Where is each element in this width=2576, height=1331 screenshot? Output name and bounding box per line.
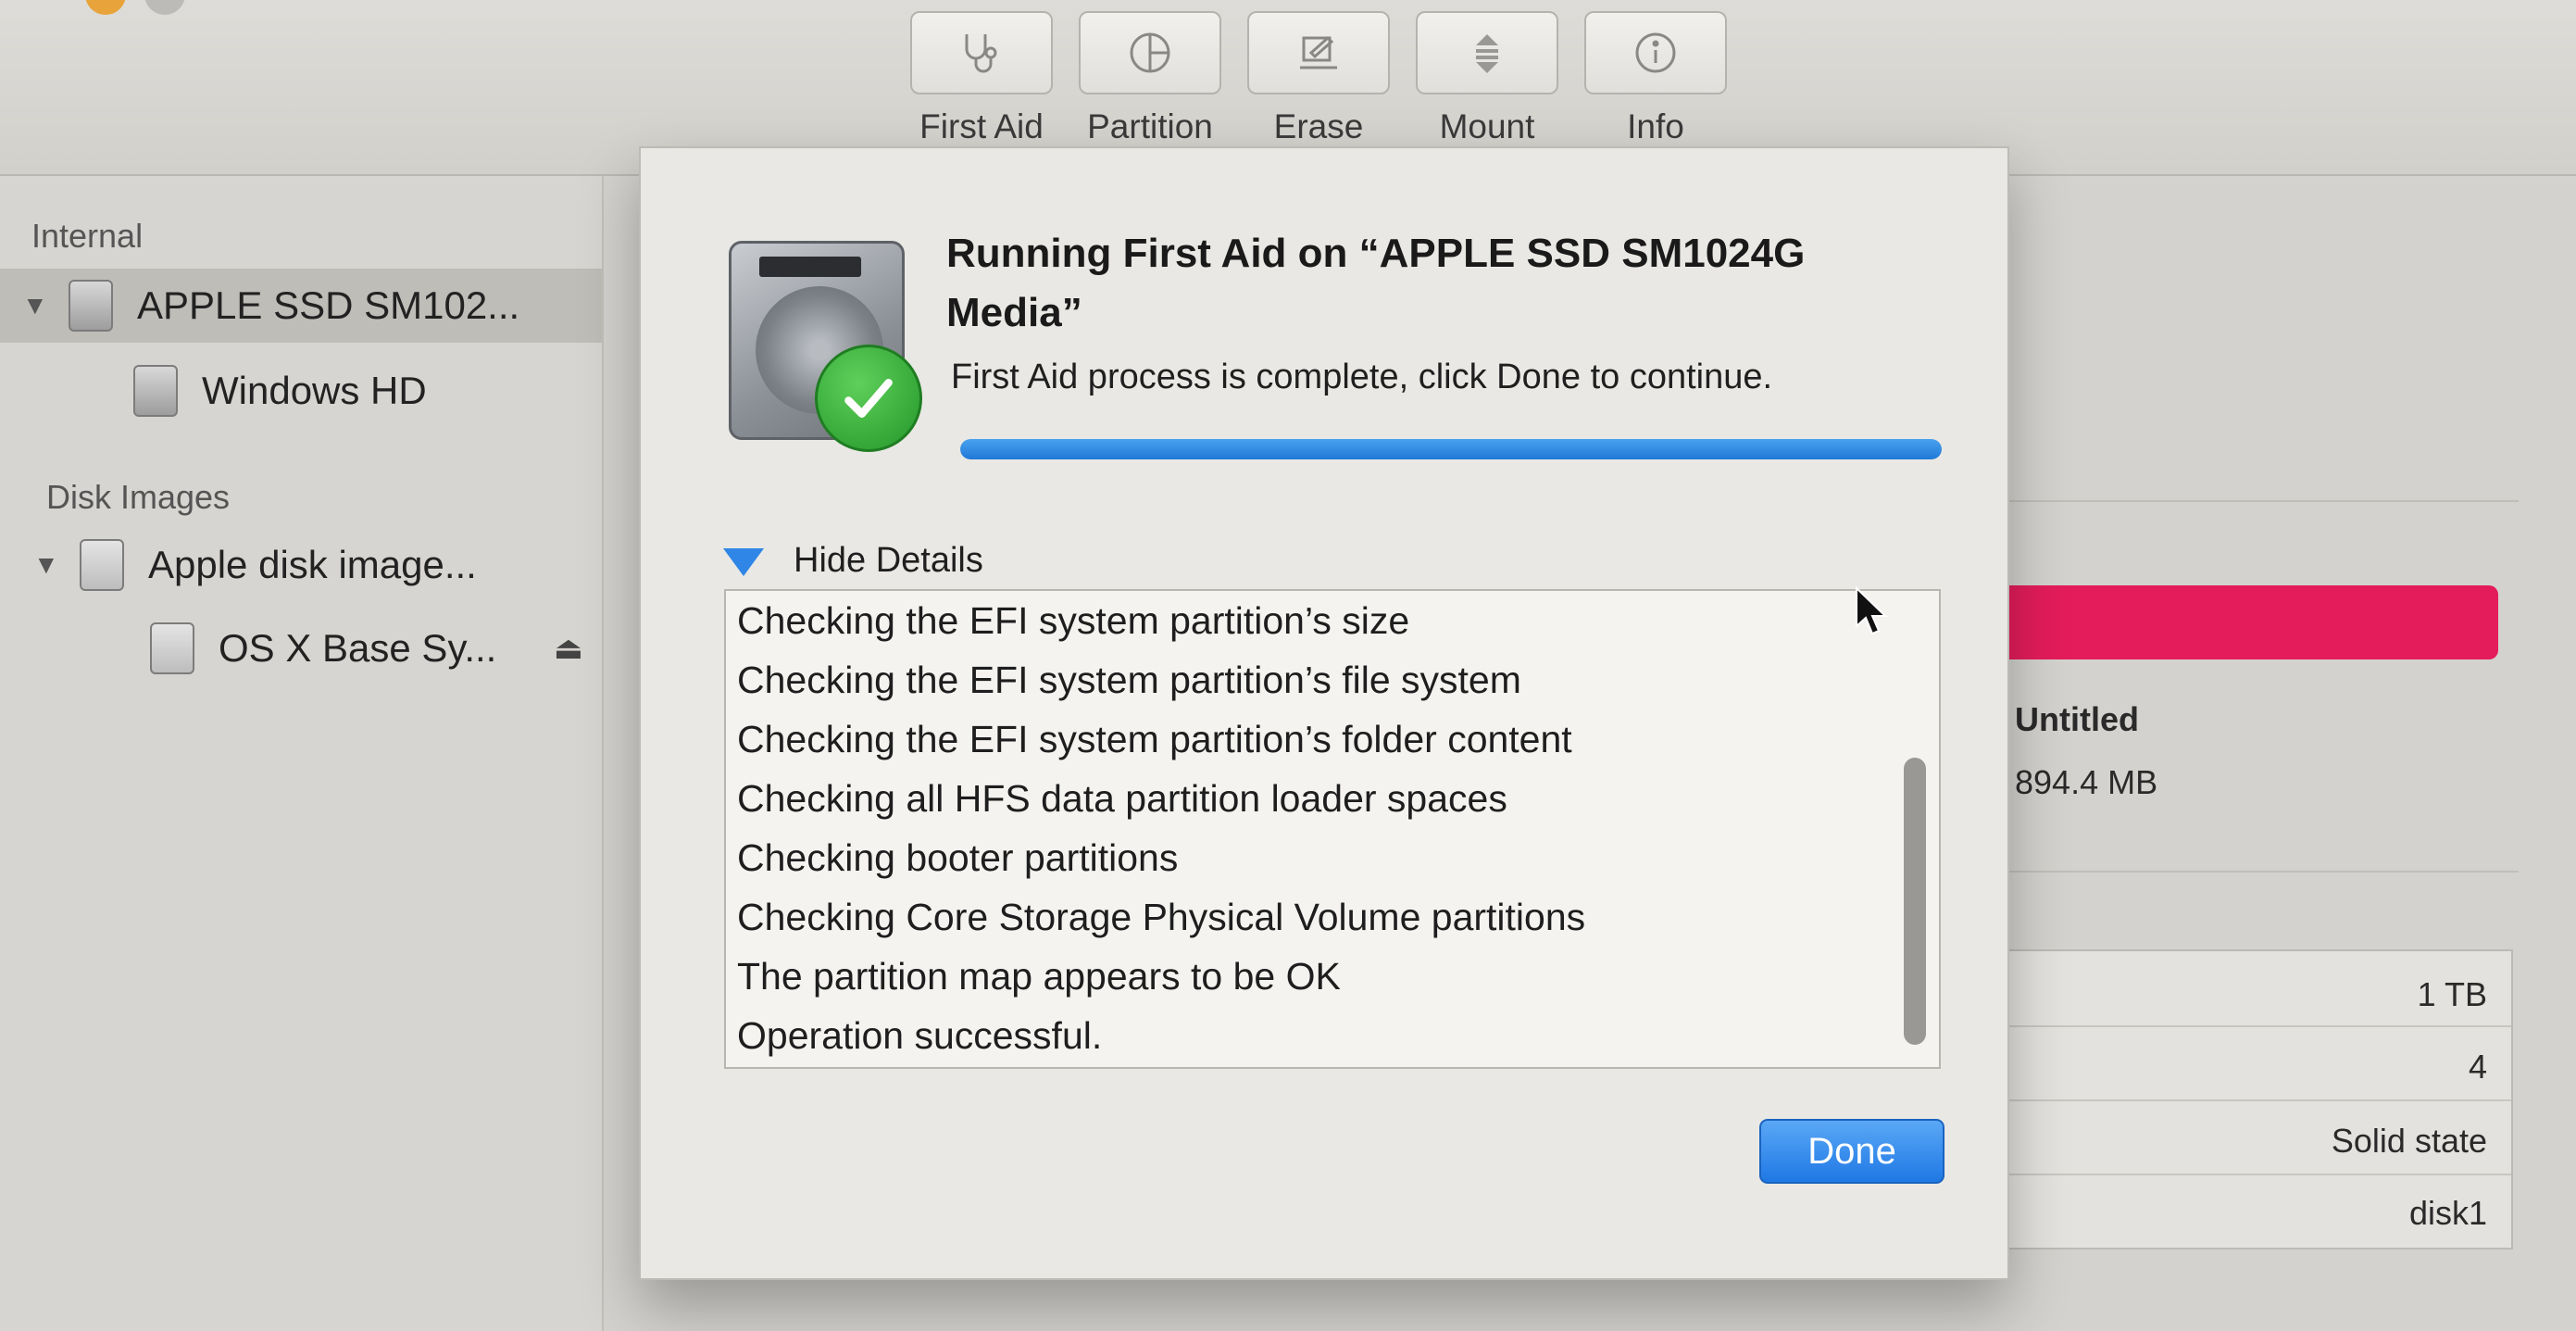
volume-name: Untitled [2015, 700, 2139, 738]
sidebar-header-disk-images: Disk Images [46, 478, 231, 516]
disclosure-triangle-icon[interactable]: ▼ [33, 550, 61, 580]
disclosure-triangle-icon[interactable]: ▼ [22, 291, 50, 320]
log-line: Checking booter partitions [737, 836, 1179, 879]
first-aid-label: First Aid [919, 107, 1044, 145]
sidebar-item-label: APPLE SSD SM102... [137, 283, 520, 327]
mouse-cursor-icon [1856, 585, 1888, 635]
divider [1993, 1174, 2511, 1175]
zoom-button[interactable] [144, 0, 185, 15]
sidebar-item-label: Windows HD [202, 369, 427, 412]
dialog-title: Running First Aid on “APPLE SSD SM1024G … [946, 231, 1806, 335]
sidebar-item-windows-hd[interactable]: Windows HD [0, 354, 602, 428]
erase-label: Erase [1273, 107, 1364, 145]
toolbar-erase[interactable]: Erase [1244, 11, 1393, 146]
internal-disk-icon [69, 280, 113, 332]
disk-usage-bar [2000, 585, 2498, 659]
sidebar-item-label: OS X Base Sy... [219, 626, 497, 670]
done-button[interactable]: Done [1759, 1119, 1945, 1184]
hide-details-toggle[interactable]: Hide Details [719, 541, 983, 581]
log-line: Checking the EFI system partition’s fold… [737, 718, 1572, 760]
progress-bar [960, 439, 1942, 459]
minimize-button[interactable] [85, 0, 126, 15]
sidebar: Internal ▼ APPLE SSD SM102... Windows HD… [0, 176, 604, 1331]
volume-disk-icon [150, 622, 194, 674]
first-aid-dialog: Running First Aid on “APPLE SSD SM1024G … [639, 146, 2009, 1280]
log-line: The partition map appears to be OK [737, 955, 1341, 998]
info-type: Solid state [2331, 1122, 2487, 1160]
info-icon [1635, 32, 1676, 73]
eraser-icon [1300, 35, 1337, 69]
first-aid-log[interactable]: Checking the EFI system partition’s size… [724, 589, 1941, 1069]
toolbar-mount[interactable]: Mount [1413, 11, 1561, 146]
toolbar-info[interactable]: Info [1582, 11, 1730, 146]
mount-label: Mount [1439, 107, 1535, 145]
mount-button[interactable] [1416, 11, 1558, 94]
partition-button[interactable] [1079, 11, 1221, 94]
eject-icon[interactable]: ⏏ [554, 630, 583, 667]
disclosure-triangle-icon[interactable] [719, 543, 768, 580]
mount-icon [1476, 34, 1498, 73]
info-child-count: 4 [2468, 1048, 2487, 1086]
divider [1993, 1025, 2511, 1027]
log-line: Operation successful. [737, 1014, 1103, 1057]
sidebar-item-label: Apple disk image... [148, 543, 477, 586]
divider [2000, 871, 2519, 873]
volume-disk-icon [133, 365, 178, 417]
partition-label: Partition [1087, 107, 1213, 145]
hide-details-label: Hide Details [794, 541, 983, 580]
sidebar-header-internal: Internal [31, 217, 144, 255]
info-device: disk1 [2408, 1194, 2487, 1232]
disk-image-icon [80, 539, 124, 591]
sidebar-item-os-x-base-system[interactable]: OS X Base Sy... ⏏ [0, 611, 602, 685]
info-capacity: 1 TB [2417, 975, 2487, 1013]
disk-info-table: 1 TB 4 Solid state disk1 [1991, 949, 2513, 1249]
sidebar-item-apple-ssd[interactable]: ▼ APPLE SSD SM102... [0, 269, 602, 343]
log-line: Checking Core Storage Physical Volume pa… [737, 896, 1586, 938]
info-label: Info [1627, 107, 1684, 145]
volume-size: 894.4 MB [2015, 763, 2158, 801]
checkmark-icon [815, 345, 922, 452]
divider [2000, 500, 2519, 502]
drive-label-decoration [759, 257, 861, 277]
log-scrollbar[interactable] [1904, 758, 1926, 1045]
toolbar-partition[interactable]: Partition [1076, 11, 1224, 146]
progress-bar-fill [960, 439, 1942, 459]
stethoscope-icon [965, 34, 997, 73]
pie-chart-icon [1130, 32, 1170, 73]
log-line: Checking the EFI system partition’s size [737, 599, 1410, 642]
divider [1993, 1099, 2511, 1101]
erase-button[interactable] [1247, 11, 1390, 94]
toolbar-first-aid[interactable]: First Aid [907, 11, 1056, 146]
toolbar: First Aid Partition Erase Mount Info [907, 11, 1750, 146]
log-line: Checking all HFS data partition loader s… [737, 777, 1507, 820]
first-aid-button[interactable] [910, 11, 1053, 94]
checkmark-glyph [844, 379, 893, 418]
sidebar-item-apple-disk-image[interactable]: ▼ Apple disk image... [0, 528, 602, 602]
log-line: Checking the EFI system partition’s file… [737, 659, 1521, 701]
info-button[interactable] [1584, 11, 1727, 94]
disclosure-triangle-glyph [723, 547, 764, 576]
dialog-status-text: First Aid process is complete, click Don… [951, 358, 1773, 396]
